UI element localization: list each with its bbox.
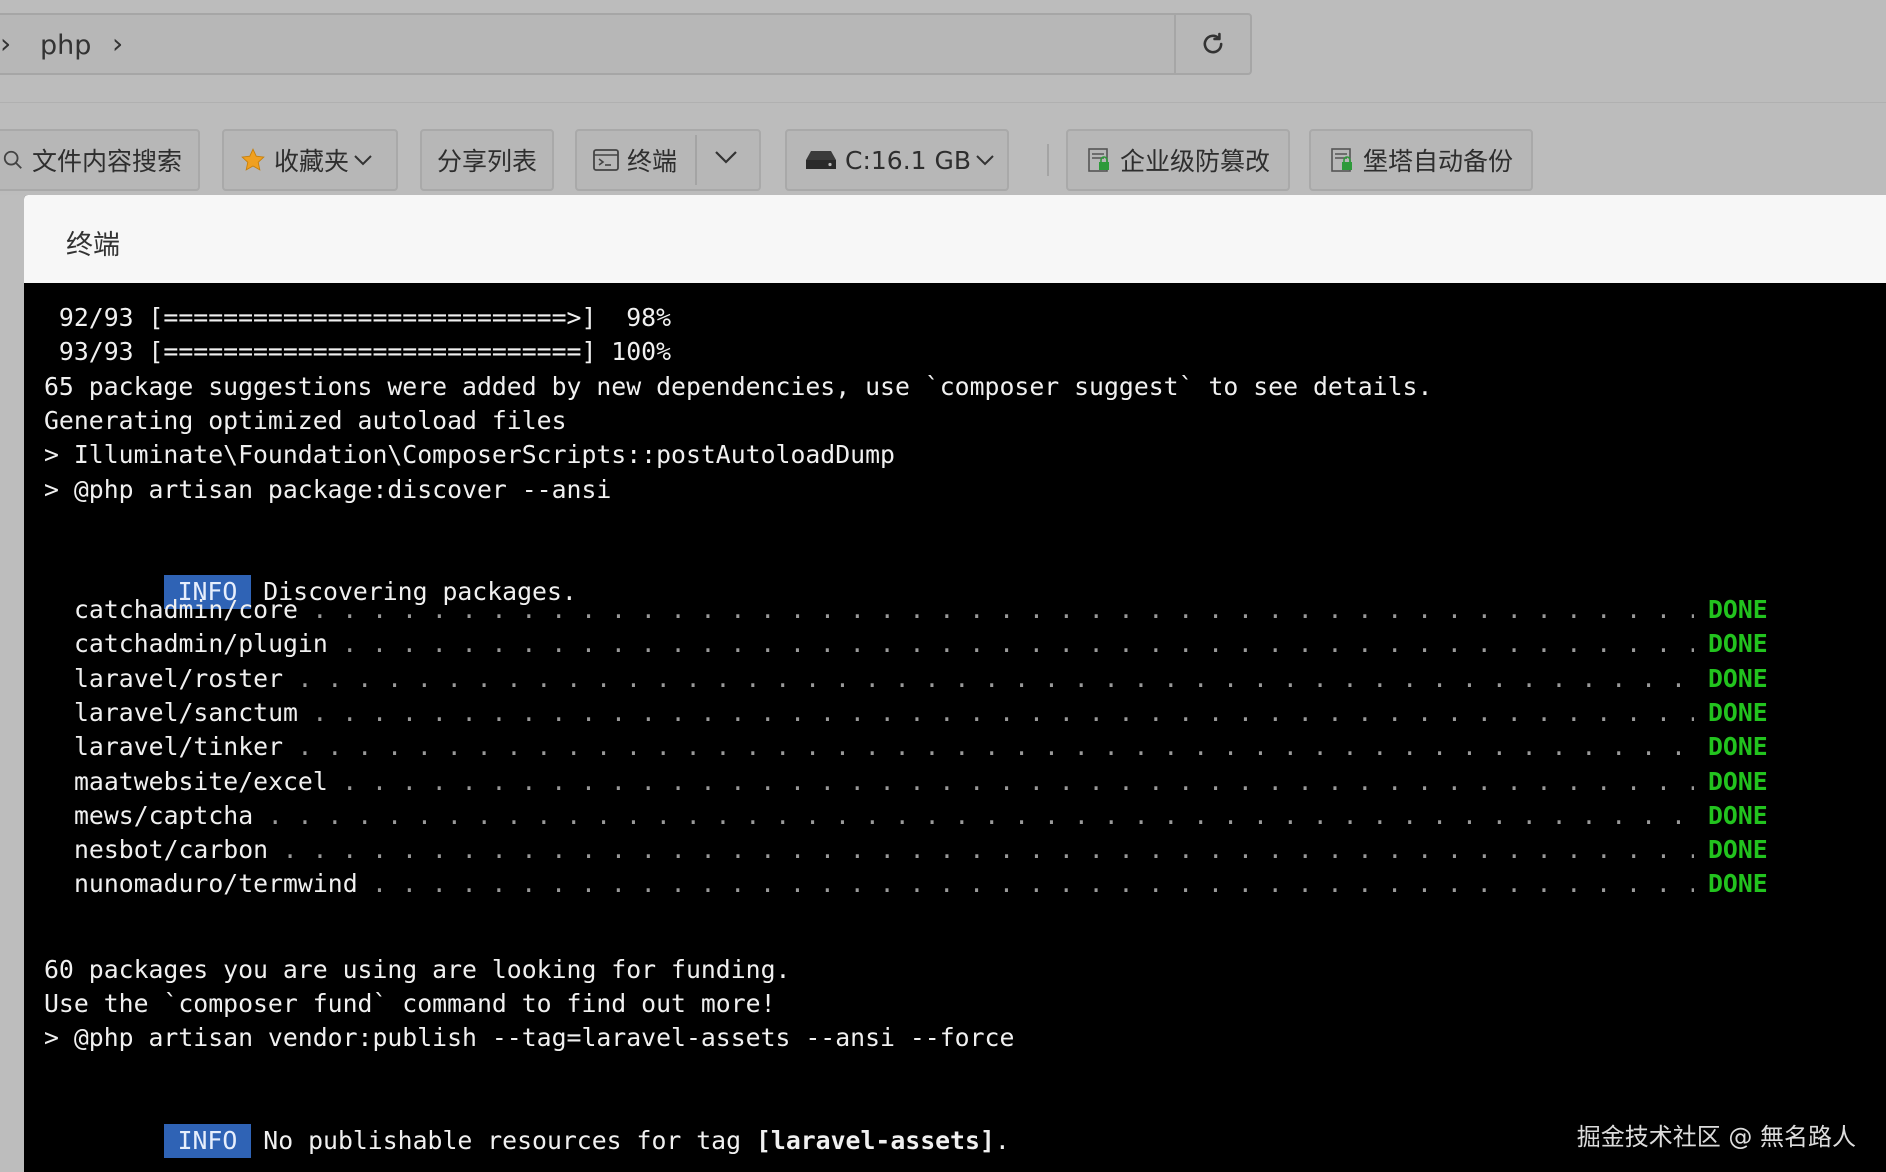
backup-document-icon: [1329, 147, 1355, 173]
search-label: 文件内容搜索: [32, 147, 183, 176]
package-name: catchadmin/core: [74, 595, 298, 624]
info-line: INFO No publishable resources for tag [la…: [74, 1090, 1010, 1158]
star-icon: [240, 147, 266, 173]
dot-leader: . . . . . . . . . . . . . . . . . . . . …: [312, 697, 1694, 727]
package-name: mews/captcha: [74, 800, 254, 830]
dot-leader: . . . . . . . . . . . . . . . . . . . . …: [282, 835, 1694, 865]
refresh-button[interactable]: [1174, 15, 1250, 73]
chevron-down-icon: [975, 153, 995, 167]
tamper-protection-label: 企业级防篡改: [1120, 147, 1271, 176]
done-status: DONE: [1708, 732, 1768, 762]
share-list-label: 分享列表: [436, 147, 537, 176]
info-line: INFO Discovering packages.: [74, 541, 577, 609]
divider: [695, 135, 697, 185]
terminal-line: 92/93 [===========================>] 98%: [44, 303, 672, 332]
info-tag-name: [laravel-assets]: [755, 1126, 995, 1155]
chevron-down-icon[interactable]: [713, 149, 739, 165]
done-status: DONE: [1708, 835, 1768, 865]
search-icon: [2, 149, 24, 171]
package-name: maatwebsite/excel: [74, 766, 328, 796]
breadcrumb-php[interactable]: php: [40, 30, 91, 61]
disk-label: C:16.1 GB: [845, 145, 972, 175]
divider: [1047, 144, 1049, 176]
info-suffix: .: [994, 1126, 1010, 1155]
terminal-line: Generating optimized autoload files: [44, 406, 567, 435]
package-name: catchadmin/plugin: [74, 629, 328, 659]
info-badge: INFO: [163, 1124, 252, 1158]
terminal-modal: 终端 92/93 [===========================>] …: [24, 195, 1886, 1172]
disk-dropdown[interactable]: C:16.1 GB: [785, 129, 1009, 191]
favorites-dropdown[interactable]: 收藏夹: [222, 129, 398, 191]
terminal-line: > Illuminate\Foundation\ComposerScripts:…: [44, 440, 895, 469]
package-name: laravel/roster: [74, 663, 284, 693]
auto-backup-button[interactable]: 堡塔自动备份: [1309, 129, 1533, 191]
chevron-down-icon: [353, 153, 373, 167]
dot-leader: . . . . . . . . . . . . . . . . . . . . …: [372, 869, 1694, 899]
terminal-output[interactable]: 92/93 [===========================>] 98%…: [24, 283, 1886, 1172]
package-name: nunomaduro/termwind: [74, 869, 358, 899]
address-bar[interactable]: › php ›: [0, 13, 1252, 75]
auto-backup-label: 堡塔自动备份: [1363, 147, 1514, 176]
terminal-icon: [593, 149, 619, 171]
refresh-icon: [1203, 32, 1223, 54]
package-name: laravel/sanctum: [74, 697, 298, 727]
watermark: 掘金技术社区 @ 無名路人: [1576, 1123, 1856, 1151]
divider: [0, 102, 1886, 103]
done-status: DONE: [1708, 595, 1768, 624]
done-status: DONE: [1708, 663, 1768, 693]
tamper-protection-button[interactable]: 企业级防篡改: [1066, 129, 1290, 191]
share-list-button[interactable]: 分享列表: [420, 129, 554, 191]
dot-leader: . . . . . . . . . . . . . . . . . . . . …: [312, 595, 1694, 624]
background-panel: [0, 195, 24, 1172]
modal-header: 终端: [24, 195, 1886, 284]
done-status: DONE: [1708, 629, 1768, 659]
lock-document-icon: [1086, 147, 1112, 173]
dot-leader: . . . . . . . . . . . . . . . . . . . . …: [342, 766, 1694, 796]
dot-leader: . . . . . . . . . . . . . . . . . . . . …: [297, 732, 1695, 762]
terminal-button[interactable]: 终端: [577, 142, 697, 178]
done-status: DONE: [1708, 800, 1768, 830]
modal-title: 终端: [66, 230, 120, 261]
done-status: DONE: [1708, 869, 1768, 899]
file-content-search-button[interactable]: 文件内容搜索: [0, 129, 200, 191]
terminal-line: 65 package suggestions were added by new…: [44, 372, 1433, 401]
dot-leader: . . . . . . . . . . . . . . . . . . . . …: [342, 629, 1694, 659]
terminal-line: > @php artisan vendor:publish --tag=lara…: [44, 1023, 1015, 1052]
dot-leader: . . . . . . . . . . . . . . . . . . . . …: [267, 800, 1694, 830]
dot-leader: . . . . . . . . . . . . . . . . . . . . …: [297, 663, 1695, 693]
chevron-right-icon: ›: [0, 27, 12, 60]
terminal-line: Use the `composer fund` command to find …: [44, 989, 776, 1018]
terminal-line: > @php artisan package:discover --ansi: [44, 475, 612, 504]
package-name: laravel/tinker: [74, 732, 284, 762]
terminal-line: 93/93 [============================] 100…: [44, 337, 672, 366]
terminal-button-group[interactable]: 终端: [575, 129, 761, 191]
chevron-right-icon: ›: [112, 27, 124, 60]
done-status: DONE: [1708, 766, 1768, 796]
favorites-label: 收藏夹: [274, 147, 350, 176]
disk-icon: [805, 149, 837, 171]
terminal-line: 60 packages you are using are looking fo…: [44, 955, 791, 984]
done-status: DONE: [1708, 697, 1768, 727]
package-name: nesbot/carbon: [74, 835, 269, 865]
info-message: No publishable resources for tag: [263, 1126, 756, 1155]
terminal-label: 终端: [627, 147, 678, 176]
